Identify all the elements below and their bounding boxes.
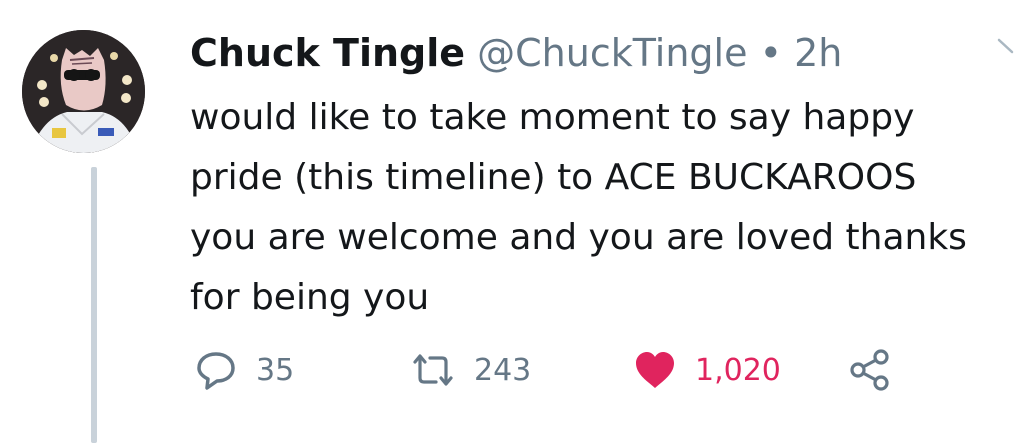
- retweet-button[interactable]: 243: [410, 345, 531, 395]
- tweet-header: Chuck Tingle @ChuckTingle • 2h: [190, 28, 842, 78]
- reply-count: 35: [256, 352, 295, 388]
- share-button[interactable]: [848, 345, 892, 395]
- reply-icon: [194, 348, 238, 392]
- tweet-text-line: for being you: [190, 277, 430, 318]
- like-button[interactable]: 1,020: [633, 345, 781, 395]
- avatar-photo: [22, 30, 145, 153]
- thread-line: [91, 167, 97, 443]
- timestamp[interactable]: 2h: [794, 31, 842, 75]
- tweet-text-line: pride (this timeline) to ACE BUCKAROOS: [190, 157, 917, 198]
- retweet-icon: [410, 348, 456, 392]
- reply-button[interactable]: 35: [194, 345, 294, 395]
- tweet-text-line: would like to take moment to say happy: [190, 97, 915, 138]
- share-icon: [848, 348, 892, 392]
- display-name[interactable]: Chuck Tingle: [190, 31, 465, 75]
- tweet-text: would like to take moment to say happy p…: [190, 88, 1010, 328]
- retweet-count: 243: [474, 352, 532, 388]
- separator-dot: •: [759, 31, 782, 75]
- handle[interactable]: @ChuckTingle: [477, 31, 747, 75]
- action-bar: 35 243 1,020: [0, 345, 1016, 395]
- heart-icon: [633, 348, 677, 392]
- avatar[interactable]: [22, 30, 145, 153]
- chevron-down-icon[interactable]: [997, 38, 1016, 58]
- like-count: 1,020: [695, 352, 781, 388]
- tweet-text-line: you are welcome and you are loved thanks: [190, 217, 967, 258]
